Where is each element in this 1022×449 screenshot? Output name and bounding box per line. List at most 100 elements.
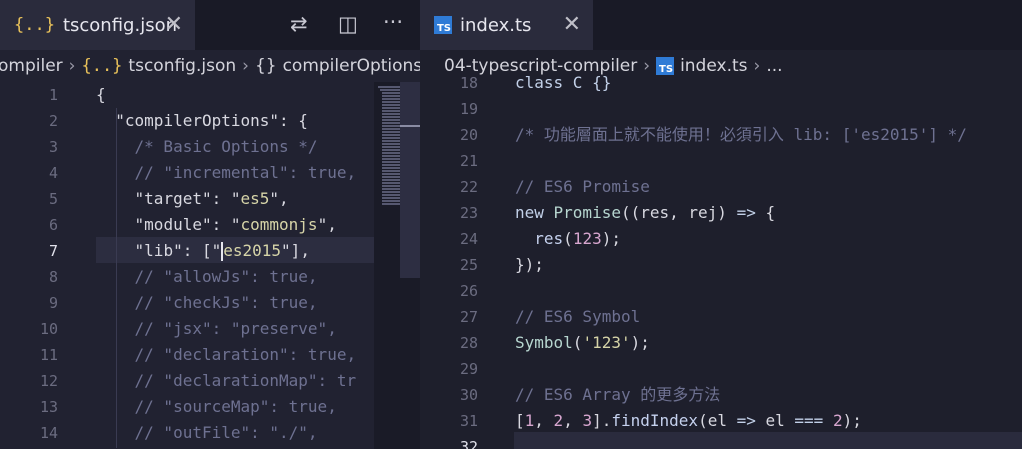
- code-line[interactable]: 13 // "sourceMap": true,: [0, 394, 420, 420]
- code-line[interactable]: 4 // "incremental": true,: [0, 160, 420, 186]
- code-text: "compilerOptions": {: [96, 108, 308, 134]
- code-token: // "declaration": true,: [96, 345, 357, 364]
- code-line[interactable]: 29: [420, 356, 1022, 382]
- code-line[interactable]: 31 [1, 2, 3].findIndex(el => el === 2);: [420, 408, 1022, 434]
- code-line[interactable]: 11 // "declaration": true,: [0, 342, 420, 368]
- code-token: // ES6 Symbol: [515, 307, 641, 326]
- code-editor-index-ts[interactable]: 18 class C {} 19 20 /* 功能層面上就不能使用！必須引入 lib: …: [420, 73, 1022, 449]
- breadcrumb-folder[interactable]: ompiler: [0, 56, 63, 76]
- code-token: [: [515, 411, 525, 430]
- code-line[interactable]: 1{: [0, 82, 420, 108]
- line-number: 2: [48, 112, 58, 130]
- code-line[interactable]: 22 // ES6 Promise: [420, 174, 1022, 200]
- split-editor-icon[interactable]: ◫: [338, 12, 358, 36]
- breadcrumb-symbol[interactable]: compilerOptions: [283, 56, 420, 76]
- close-icon[interactable]: ✕: [563, 12, 581, 37]
- line-number: 30: [459, 386, 478, 404]
- tab-tsconfig-json[interactable]: {..} tsconfig.json ✕: [0, 0, 195, 50]
- line-number: 20: [459, 126, 478, 144]
- code-text: Symbol('123');: [515, 330, 650, 356]
- code-line[interactable]: 10 // "jsx": "preserve",: [0, 316, 420, 342]
- code-token: res: [534, 229, 564, 248]
- code-token: 2: [832, 411, 843, 430]
- line-number: 25: [459, 256, 478, 274]
- line-number: 8: [48, 268, 58, 286]
- code-line[interactable]: 2 "compilerOptions": {: [0, 108, 420, 134]
- code-line[interactable]: 21: [420, 148, 1022, 174]
- code-line[interactable]: 3 /* Basic Options */: [0, 134, 420, 160]
- code-token: ].: [592, 411, 612, 430]
- line-number: 22: [459, 178, 478, 196]
- code-line[interactable]: 18 class C {}: [420, 70, 1022, 96]
- code-line[interactable]: 26: [420, 278, 1022, 304]
- line-number: 32: [459, 438, 478, 449]
- code-line[interactable]: 6 "module": "commonjs",: [0, 212, 420, 238]
- code-line[interactable]: 8 // "allowJs": true,: [0, 264, 420, 290]
- source-control-compare-icon[interactable]: ⇄: [290, 12, 308, 36]
- code-token: // ES6 Array 的更多方法: [515, 385, 721, 404]
- code-text: {: [96, 82, 106, 108]
- code-line[interactable]: 7 "lib": [" es2015"],: [0, 238, 420, 264]
- line-number: 14: [39, 424, 58, 442]
- code-line[interactable]: 14 // "outFile": "./",: [0, 420, 420, 446]
- code-token: el: [755, 411, 795, 430]
- code-token: // ES6 Promise: [515, 177, 650, 196]
- code-line[interactable]: 28 Symbol('123');: [420, 330, 1022, 356]
- code-line[interactable]: 25});: [420, 252, 1022, 278]
- code-token: ": [96, 111, 125, 130]
- line-number: 1: [48, 86, 58, 104]
- code-line[interactable]: 19: [420, 96, 1022, 122]
- json-file-icon: {..}: [14, 15, 55, 35]
- code-token: es5: [240, 189, 270, 208]
- symbol-object-icon: {}: [254, 56, 277, 76]
- code-token: ((res, rej): [620, 203, 737, 222]
- minimap-line: [382, 164, 402, 166]
- scrollbar[interactable]: [400, 82, 420, 278]
- code-line[interactable]: 20 /* 功能層面上就不能使用！必須引入 lib: ['es2015'] */: [420, 122, 1022, 148]
- line-number: 21: [459, 152, 478, 170]
- code-token: );: [630, 333, 650, 352]
- code-line[interactable]: 5 "target": "es5",: [0, 186, 420, 212]
- code-token: 1: [524, 411, 535, 430]
- line-number: 13: [39, 398, 58, 416]
- code-token: );: [601, 229, 621, 248]
- code-token: Promise: [553, 203, 621, 222]
- code-token: Symbol: [515, 333, 573, 352]
- code-token: "],: [281, 241, 310, 260]
- code-token: // "incremental": true,: [96, 163, 357, 182]
- code-token: // "declarationMap": tr: [96, 371, 357, 390]
- code-text: // ES6 Promise: [515, 174, 650, 200]
- code-line[interactable]: 12 // "declarationMap": tr: [0, 368, 420, 394]
- code-line[interactable]: 24 res(123);: [420, 226, 1022, 252]
- line-number: 29: [459, 360, 478, 378]
- code-line[interactable]: 32: [420, 434, 1022, 449]
- code-line[interactable]: 9 // "checkJs": true,: [0, 290, 420, 316]
- code-token: // "jsx": "preserve",: [96, 319, 337, 338]
- code-line[interactable]: 30 // ES6 Array 的更多方法: [420, 382, 1022, 408]
- code-text: new Promise((res, rej) => {: [515, 200, 775, 226]
- code-token: 3: [582, 411, 593, 430]
- code-editor-tsconfig[interactable]: 1{2 "compilerOptions": {3 /* Basic Optio…: [0, 82, 420, 449]
- code-token: 123: [572, 229, 602, 248]
- line-number: 23: [459, 204, 478, 222]
- code-token: (: [563, 229, 573, 248]
- scrollbar-cursor-marker: [400, 125, 420, 127]
- code-token: });: [515, 255, 544, 274]
- code-line[interactable]: 27 // ES6 Symbol: [420, 304, 1022, 330]
- code-token: // "checkJs": true,: [96, 293, 318, 312]
- code-token: compilerOptions: [124, 111, 270, 130]
- tab-title: tsconfig.json: [62, 14, 177, 36]
- code-token: (el: [698, 411, 737, 430]
- line-number: 26: [459, 282, 478, 300]
- code-token: ": {: [269, 111, 308, 130]
- code-line[interactable]: 23 new Promise((res, rej) => {: [420, 200, 1022, 226]
- code-token: 2: [553, 411, 564, 430]
- more-actions-icon[interactable]: ···: [383, 10, 403, 34]
- close-icon[interactable]: ✕: [165, 12, 183, 37]
- breadcrumb-file[interactable]: tsconfig.json: [128, 56, 236, 76]
- tab-index-ts[interactable]: TS index.ts ✕: [420, 0, 593, 50]
- code-token: commonjs: [240, 215, 318, 234]
- code-token: );: [842, 411, 862, 430]
- chevron-right-icon: ›: [242, 56, 249, 76]
- code-text: // "declaration": true,: [96, 342, 357, 368]
